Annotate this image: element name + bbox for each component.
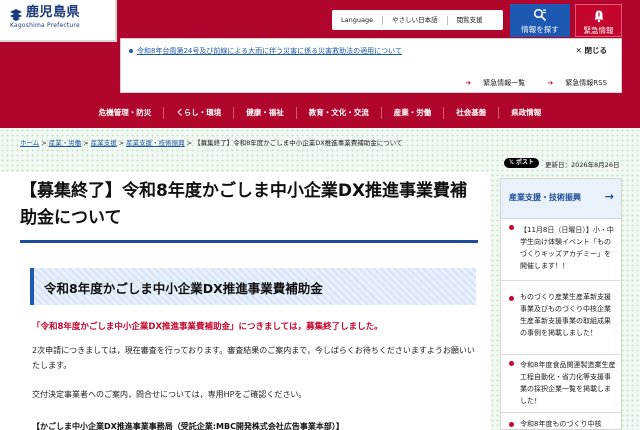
easy-japanese-link[interactable]: やさしい日本語 [383, 15, 448, 25]
sidebar-item-core-manufacturing[interactable]: 令和8年度ものづくり中核 [501, 414, 621, 430]
bullet-icon [509, 225, 514, 230]
notice-link-text: 令和8年台風第24号及び前線による大雨に伴う災害に係る災害救助法の適用について [137, 47, 402, 55]
breadcrumb-separator: > [118, 139, 125, 147]
x-logo-icon: 𝕏 [509, 159, 514, 166]
breadcrumb-home[interactable]: ホーム [20, 139, 39, 147]
arrow-right-icon: ➔ [465, 79, 472, 87]
breadcrumb-industry[interactable]: 産業・労働 [49, 139, 82, 147]
inquiry-paragraph: 交付決定事業者へのご案内，問合せについては，専用HPをご確認ください。 [32, 390, 307, 399]
notice-close-label: 閉じる [584, 46, 608, 55]
breadcrumb-separator: > [186, 139, 193, 147]
search-info-label: 情報を探す [521, 25, 559, 34]
notice-link[interactable]: 令和8年台風第24号及び前線による大雨に伴う災害に係る災害救助法の適用について [129, 46, 549, 56]
nav-item-living[interactable]: くらし・環境 [163, 107, 233, 119]
nav-item-government[interactable]: 県政情報 [498, 107, 553, 119]
emergency-info-label: 緊急情報 [583, 26, 614, 35]
section-heading: 令和8年度かごしま中小企業DX推進事業費補助金 [30, 268, 476, 305]
updated-date: 更新日：2026年8月26日 [545, 161, 620, 169]
emergency-info-button[interactable]: 緊急情報 [575, 4, 622, 37]
site-logo[interactable]: 鹿児島県 Kagoshima Prefecture [0, 0, 117, 42]
sidebar-item-label: 令和8年度食品関連製造業生産工程自動化・省力化等支援事業の採択企業一覧を掲載しま… [520, 361, 616, 405]
page-title: 【募集終了】令和8年度かごしま中小企業DX推進事業費補助金について [20, 181, 468, 228]
bullet-icon [129, 49, 133, 53]
logo-english: Kagoshima Prefecture [10, 22, 80, 29]
closed-message: 「令和8年度かごしま中小企業DX推進事業費補助金」につきましては，募集終了しまし… [32, 322, 383, 332]
emergency-notice-panel: 令和8年台風第24号及び前線による大雨に伴う災害に係る災害救助法の適用について … [120, 38, 622, 93]
language-link[interactable]: Language [332, 15, 384, 25]
prefecture-emblem-icon [10, 9, 22, 21]
breadcrumb-tech-promotion[interactable]: 産業支援・技術振興 [126, 139, 185, 147]
bullet-icon [509, 422, 514, 427]
page: 鹿児島県 Kagoshima Prefecture Language やさしい日… [0, 0, 640, 430]
search-icon [533, 8, 547, 22]
sidebar-item-kids-academy[interactable]: 【11月8日（日曜日）】小・中学生向け体験イベント「ものづくりキッズアカデミー」… [501, 220, 621, 281]
sidebar: 産業支援・技術振興 → 【11月8日（日曜日）】小・中学生向け体験イベント「もの… [500, 178, 622, 430]
emergency-rss-label: 緊急情報RSS [565, 79, 607, 87]
nav-item-disaster[interactable]: 危機管理・防災 [87, 107, 164, 119]
notice-close-button[interactable]: ✕ 閉じる [576, 45, 607, 56]
breadcrumb-industry-support[interactable]: 産業支援 [91, 139, 117, 147]
sidebar-heading-text: 産業支援・技術振興 [509, 193, 581, 202]
logo-name: 鹿児島県 [26, 5, 81, 20]
sidebar-item-label: 令和8年度ものづくり中核 [520, 420, 602, 428]
x-post-label: ポスト [515, 159, 534, 166]
breadcrumb-current: 【募集終了】令和8年度かごしま中小企業DX推進事業費補助金について [194, 139, 403, 147]
section-heading-text: 令和8年度かごしま中小企業DX推進事業費補助金 [44, 281, 323, 296]
accessibility-link[interactable]: 閲覧支援 [448, 16, 492, 25]
notice-footer-links: ➔ 緊急情報一覧 ➔ 緊急情報RSS [445, 78, 607, 88]
bullet-icon [509, 296, 514, 301]
office-heading: 【かごしま中小企業DX推進事業事務局（受託企業:MBC開発株式会社広告事業本部）… [32, 422, 344, 430]
x-post-button[interactable]: 𝕏 ポスト [504, 158, 539, 168]
sidebar-heading-link[interactable]: 産業支援・技術振興 → [501, 179, 621, 219]
arrow-right-icon: ➔ [547, 79, 554, 87]
emergency-list-link[interactable]: ➔ 緊急情報一覧 [455, 79, 525, 87]
emergency-list-label: 緊急情報一覧 [483, 79, 526, 87]
breadcrumb: ホーム > 産業・労働 > 産業支援 > 産業支援・技術振興 > 【募集終了】令和8年度かごしま… [20, 137, 403, 147]
close-icon: ✕ [575, 46, 582, 55]
breadcrumb-separator: > [83, 139, 89, 147]
nav-item-industry[interactable]: 産業・労働 [380, 107, 444, 119]
sidebar-item-food-automation[interactable]: 令和8年度食品関連製造業生産工程自動化・省力化等支援事業の採択企業一覧を掲載しま… [501, 356, 621, 413]
review-paragraph: 2次申請につきましては，現在審査を行っております。審査結果のご案内まで，今しばら… [32, 346, 475, 370]
sidebar-item-label: 【11月8日（日曜日）】小・中学生向け体験イベント「ものづくりキッズアカデミー」… [520, 226, 614, 270]
nav-item-infrastructure[interactable]: 社会基盤 [443, 107, 498, 119]
sidebar-item-innovation-cases[interactable]: ものづくり産業生産革新支援事業及びものづくり中核企業生産革新支援事業の取組成果の… [501, 282, 621, 355]
arrow-right-icon: → [604, 190, 614, 203]
title-divider [20, 240, 478, 243]
search-info-button[interactable]: 情報を探す [510, 4, 570, 37]
nav-item-health[interactable]: 健康・福祉 [233, 107, 296, 119]
bullet-icon [509, 361, 514, 366]
alarm-bell-icon [594, 10, 603, 23]
utility-links: Language やさしい日本語 閲覧支援 [332, 10, 503, 30]
breadcrumb-separator: > [41, 139, 47, 147]
nav-item-education[interactable]: 教育・文化・交流 [295, 107, 381, 119]
site-header: 鹿児島県 Kagoshima Prefecture Language やさしい日… [0, 0, 640, 98]
emergency-rss-link[interactable]: ➔ 緊急情報RSS [537, 79, 607, 87]
global-nav: 危機管理・防災 くらし・環境 健康・福祉 教育・文化・交流 産業・労働 社会基盤… [0, 98, 640, 128]
sidebar-item-label: ものづくり産業生産革新支援事業及びものづくり中核企業生産革新支援事業の取組成果の… [520, 293, 611, 337]
